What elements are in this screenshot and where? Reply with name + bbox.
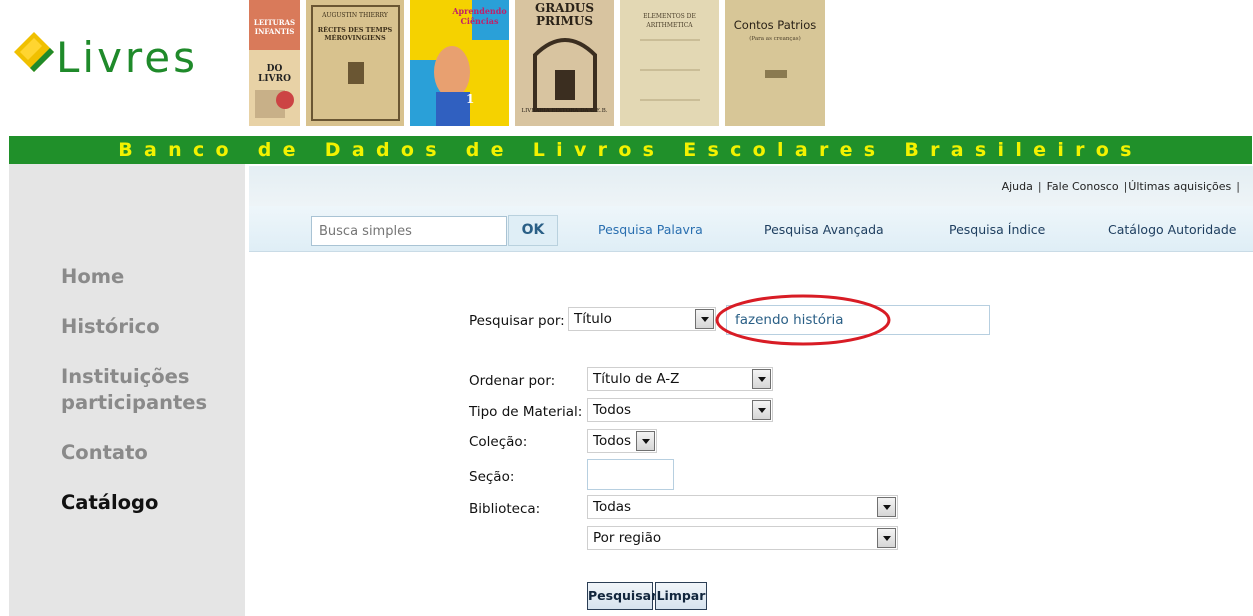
sidebar-nav: Home Histórico Instituições participante… <box>9 164 245 616</box>
book-cover-title: GRADUS PRIMUS <box>534 1 595 28</box>
latest-acquisitions-link[interactable]: Últimas aquisições <box>1128 180 1231 193</box>
book-cover-subtitle: (Para as creanças) <box>749 36 801 42</box>
book-cover-subtitle: 1 <box>466 92 475 106</box>
region-select[interactable]: Por região <box>587 526 898 550</box>
sidebar-item-instituicoes[interactable]: Instituições participantes <box>61 364 231 416</box>
book-cover-subtitle: RÉCITS DES TEMPS MÉROVINGIENS <box>317 26 393 42</box>
clear-button[interactable]: Limpar <box>655 582 707 610</box>
page: Livres LEITURAS INFANTIS DO LIVRO AUGUST… <box>0 0 1253 616</box>
library-label: Biblioteca: <box>469 501 541 517</box>
logo-text: Livres <box>56 33 198 82</box>
sidebar-item-home[interactable]: Home <box>61 264 124 290</box>
utility-bar: Ajuda | Fale Conosco |Últimas aquisições | <box>249 166 1253 206</box>
order-label: Ordenar por: <box>469 373 556 389</box>
chevron-down-icon[interactable] <box>752 400 771 420</box>
site-banner: Banco de Dados de Livros Escolares Brasi… <box>9 136 1252 164</box>
separator: | <box>1123 180 1128 193</box>
order-value: Título de A-Z <box>593 371 680 387</box>
tab-pesquisa-palavra[interactable]: Pesquisa Palavra <box>598 222 703 237</box>
utility-links: Ajuda | Fale Conosco |Últimas aquisições | <box>1002 180 1245 193</box>
book-cover: GRADUS PRIMUS LIVRARIA EDITORA DA C.E.B. <box>515 0 615 126</box>
sidebar-item-historico[interactable]: Histórico <box>61 314 160 340</box>
book-cover: AUGUSTIN THIERRY RÉCITS DES TEMPS MÉROVI… <box>306 0 405 126</box>
search-text-field[interactable]: fazendo história <box>726 305 990 335</box>
search-by-select[interactable]: Título <box>568 307 716 331</box>
chevron-down-icon[interactable] <box>695 309 714 329</box>
book-cover-title: LEITURAS INFANTIS <box>253 18 296 36</box>
search-by-value: Título <box>574 311 612 327</box>
book-cover-subtitle: LIVRARIA EDITORA DA C.E.B. <box>521 108 608 114</box>
contact-link[interactable]: Fale Conosco <box>1047 180 1119 193</box>
section-field[interactable] <box>587 459 674 490</box>
sidebar-item-catalogo[interactable]: Catálogo <box>61 490 158 516</box>
material-value: Todos <box>593 402 632 418</box>
chevron-down-icon[interactable] <box>752 369 771 389</box>
ok-button[interactable]: OK <box>508 215 558 246</box>
material-label: Tipo de Material: <box>469 404 583 420</box>
collection-select[interactable]: Todos <box>587 429 657 453</box>
search-bar: OK Pesquisa Palavra Pesquisa Avançada Pe… <box>249 206 1253 252</box>
region-value: Por região <box>593 530 662 546</box>
book-cover: LEITURAS INFANTIS DO LIVRO <box>249 0 301 126</box>
book-cover: Aprendendo Ciências 1 <box>410 0 510 126</box>
chevron-down-icon[interactable] <box>877 528 896 548</box>
book-cover-title: Contos Patrios <box>733 18 817 32</box>
logo-diamond-icon <box>14 32 54 72</box>
banner-title: Banco de Dados de Livros Escolares Brasi… <box>118 139 1143 161</box>
search-button[interactable]: Pesquisar <box>587 582 657 610</box>
library-value: Todas <box>593 499 632 515</box>
material-select[interactable]: Todos <box>587 398 773 422</box>
livres-logo[interactable]: Livres <box>10 24 220 84</box>
book-cover: Contos Patrios (Para as creanças) <box>725 0 826 126</box>
chevron-down-icon[interactable] <box>636 431 655 451</box>
separator: | <box>1037 180 1042 193</box>
collection-label: Coleção: <box>469 434 528 450</box>
book-cover-title: Aprendendo Ciências <box>452 6 507 26</box>
section-label: Seção: <box>469 469 515 485</box>
simple-search-input[interactable] <box>311 216 507 246</box>
tab-pesquisa-avancada[interactable]: Pesquisa Avançada <box>764 222 884 237</box>
sidebar-item-contato[interactable]: Contato <box>61 440 148 466</box>
separator: | <box>1236 180 1240 193</box>
book-cover-title: ELEMENTOS DE ARITHMETICA <box>643 13 696 29</box>
tab-pesquisa-indice[interactable]: Pesquisa Índice <box>949 222 1045 237</box>
tab-catalogo-autoridade[interactable]: Catálogo Autoridade <box>1108 222 1236 237</box>
order-select[interactable]: Título de A-Z <box>587 367 773 391</box>
book-cover-subtitle: DO LIVRO <box>258 64 291 84</box>
search-by-label: Pesquisar por: <box>469 313 565 329</box>
chevron-down-icon[interactable] <box>877 497 896 517</box>
book-cover-title: AUGUSTIN THIERRY <box>322 12 388 19</box>
help-link[interactable]: Ajuda <box>1002 180 1033 193</box>
collection-value: Todos <box>593 433 632 449</box>
library-select[interactable]: Todas <box>587 495 898 519</box>
book-covers-strip: LEITURAS INFANTIS DO LIVRO AUGUSTIN THIE… <box>249 0 829 126</box>
book-cover: ELEMENTOS DE ARITHMETICA <box>620 0 720 126</box>
